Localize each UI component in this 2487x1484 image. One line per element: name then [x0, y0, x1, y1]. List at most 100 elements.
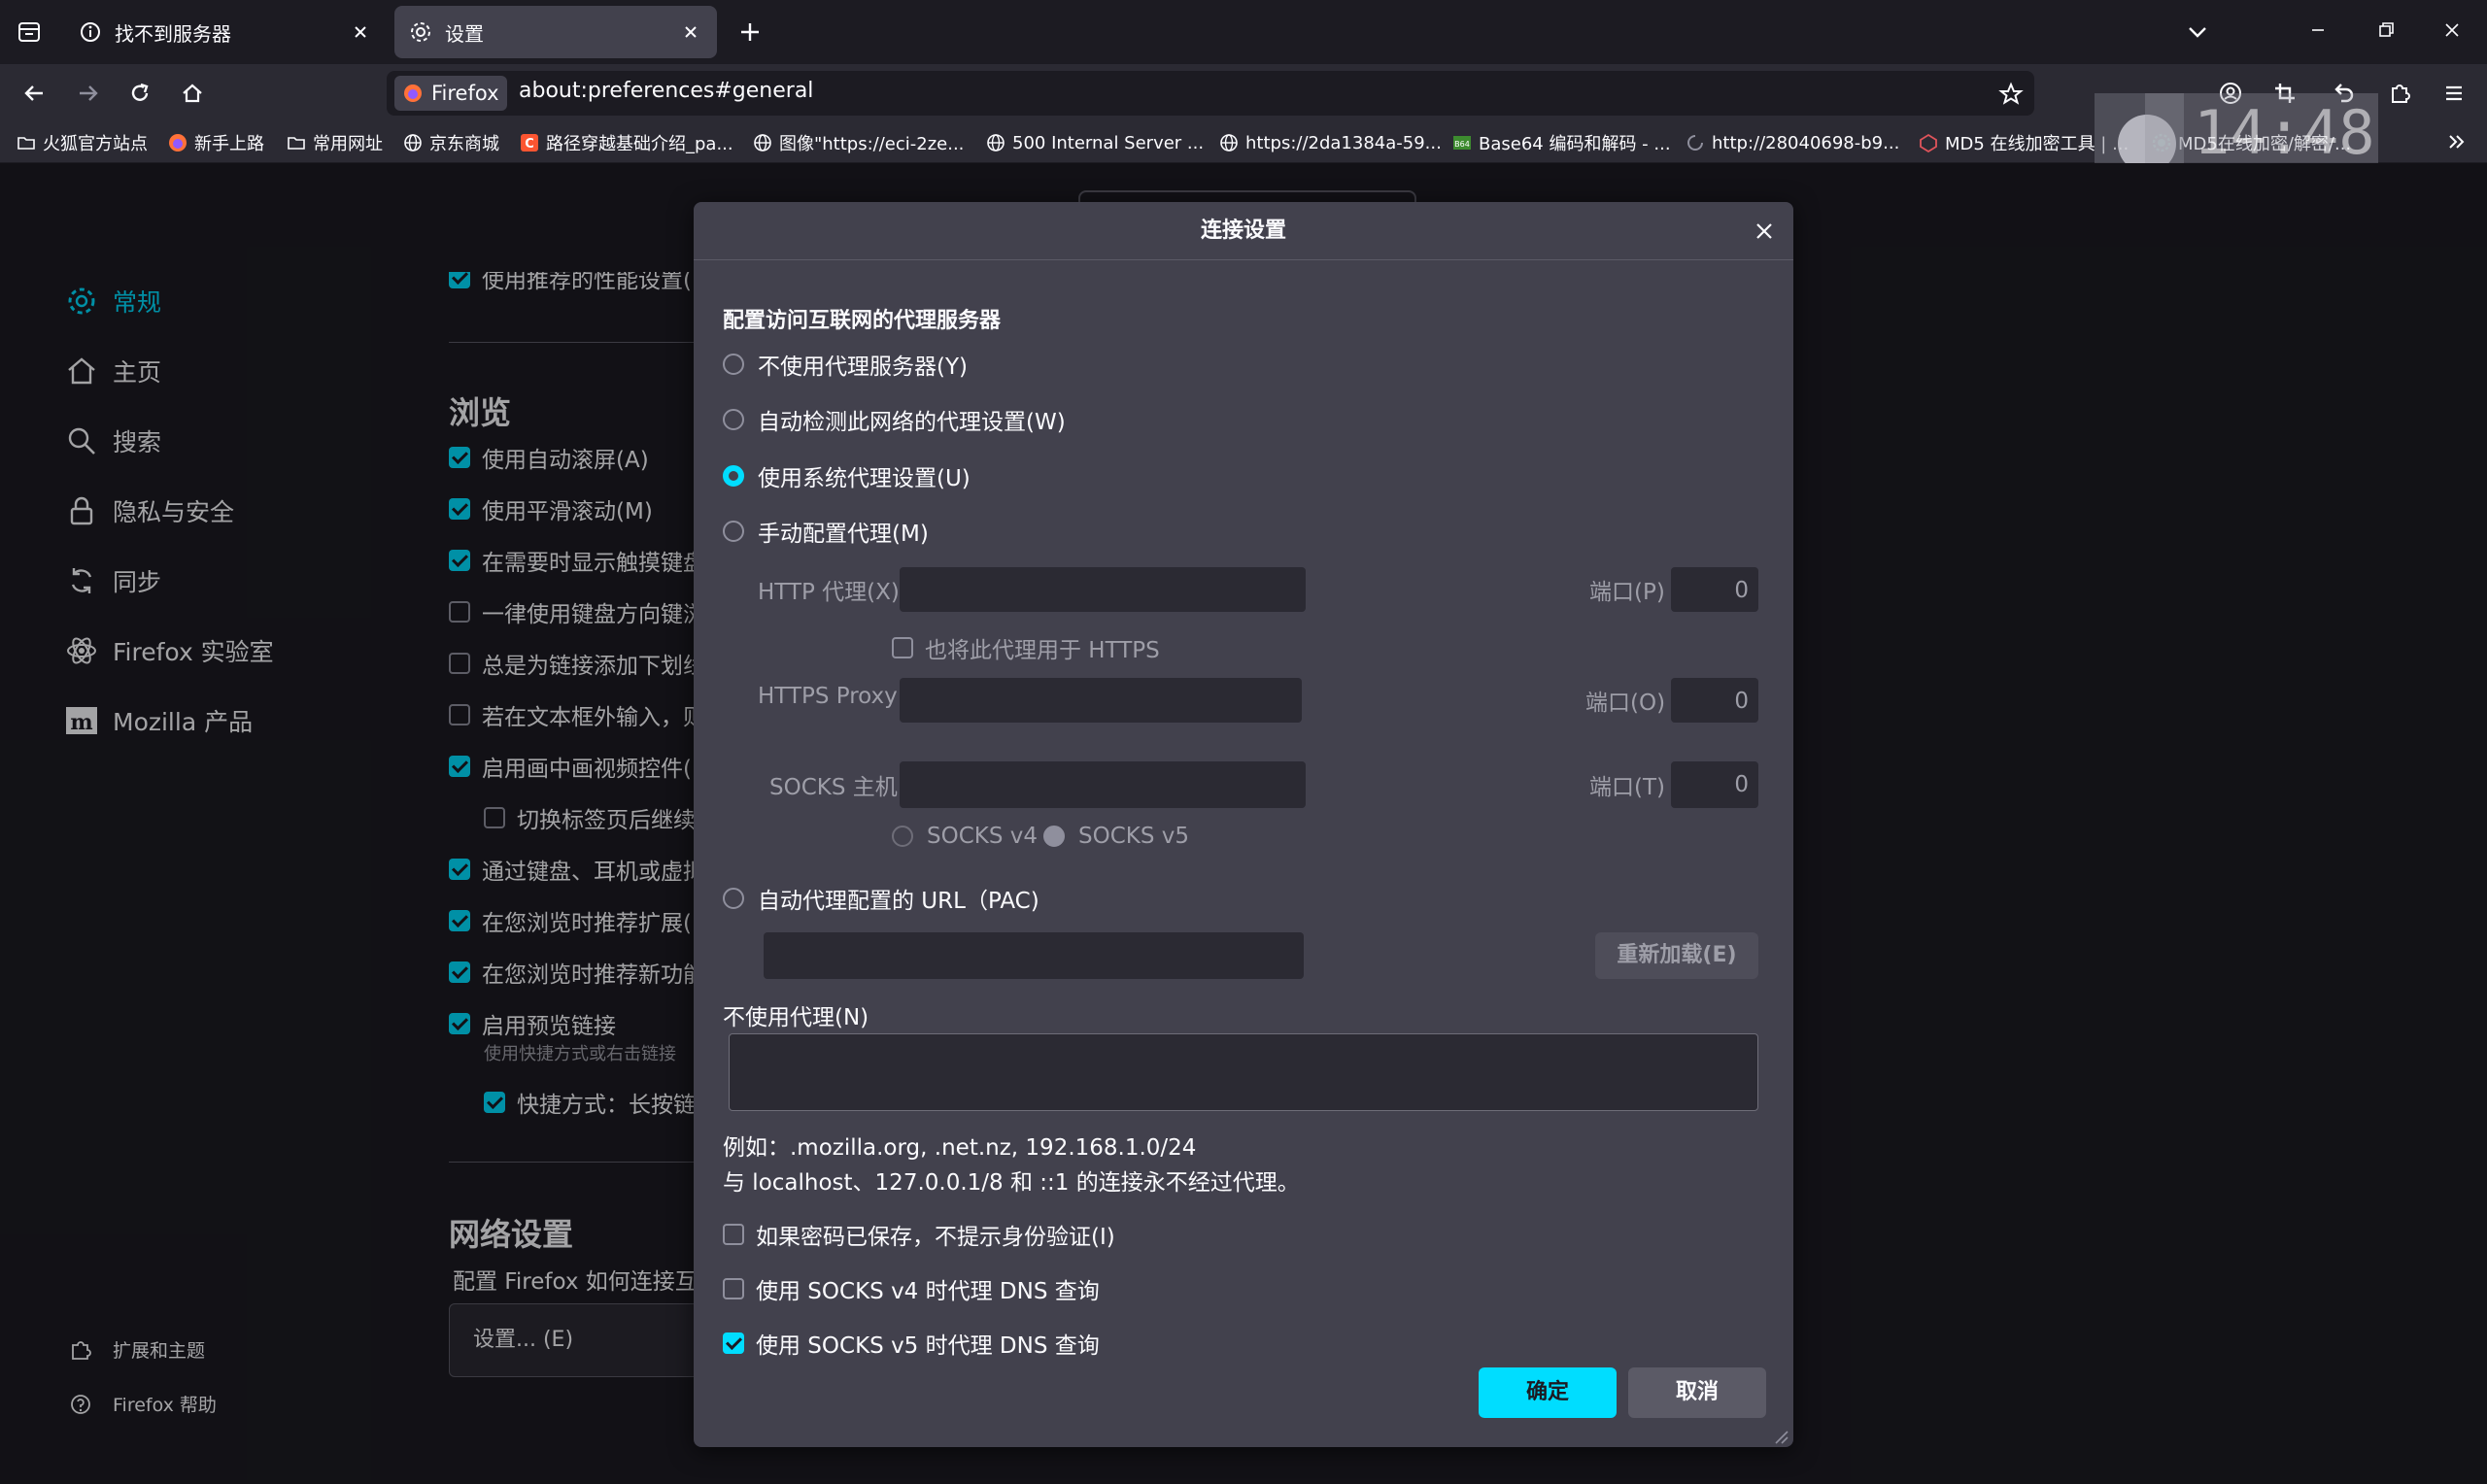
- pac-url-input[interactable]: [764, 932, 1304, 979]
- bookmark-item[interactable]: 火狐官方站点: [16, 126, 148, 159]
- radio-no-proxy[interactable]: 不使用代理服务器(Y): [723, 348, 968, 381]
- checkbox[interactable]: [723, 1224, 744, 1245]
- bookmark-item[interactable]: 新手上路: [167, 126, 264, 159]
- radio-label: SOCKS v4: [927, 824, 1039, 849]
- svg-text:C: C: [525, 137, 534, 152]
- radio-button[interactable]: [723, 521, 744, 542]
- gear-icon: [408, 19, 433, 45]
- csdn-icon: C: [519, 132, 540, 153]
- tab-settings[interactable]: 设置: [394, 6, 717, 58]
- tab-list-icon[interactable]: [10, 13, 49, 51]
- socks5-dns-option[interactable]: 使用 SOCKS v5 时代理 DNS 查询: [723, 1327, 1100, 1360]
- back-icon[interactable]: [16, 74, 54, 113]
- also-https-option[interactable]: 也将此代理用于 HTTPS: [892, 631, 1160, 664]
- bookmark-item[interactable]: 图像"https://eci-2ze...: [752, 126, 964, 159]
- menu-icon[interactable]: [2435, 74, 2473, 113]
- globe-icon: [752, 132, 773, 153]
- bookmark-item[interactable]: 京东商城: [402, 126, 499, 159]
- bookmark-item[interactable]: https://2da1384a-59...: [1218, 126, 1442, 159]
- https-proxy-label: HTTPS Proxy: [758, 684, 898, 709]
- bookmark-label: https://2da1384a-59...: [1245, 132, 1442, 153]
- radio-button[interactable]: [723, 409, 744, 430]
- bookmark-item[interactable]: B64 Base64 编码和解码 - ...: [1451, 126, 1671, 159]
- firefox-icon: [167, 132, 188, 153]
- close-tab-icon[interactable]: [348, 19, 373, 45]
- bookmark-label: Base64 编码和解码 - ...: [1479, 134, 1671, 154]
- radio-label: SOCKS v5: [1078, 824, 1190, 849]
- radio-socks-v5[interactable]: SOCKS v5: [1043, 824, 1189, 849]
- bookmark-star-icon[interactable]: [1992, 74, 2030, 113]
- loading-icon: [1685, 132, 1706, 153]
- tab-label: 找不到服务器: [115, 21, 231, 46]
- bookmark-item[interactable]: 500 Internal Server ...: [985, 126, 1204, 159]
- extensions-icon[interactable]: [2380, 74, 2419, 113]
- radio-manual-proxy[interactable]: 手动配置代理(M): [723, 515, 929, 548]
- no-proxy-label: 不使用代理(N): [723, 1005, 869, 1030]
- localhost-note: 与 localhost、127.0.0.1/8 和 ::1 的连接永不经过代理。: [723, 1170, 1300, 1196]
- bookmark-label: 火狐官方站点: [43, 134, 148, 154]
- url-text[interactable]: about:preferences#general: [519, 79, 813, 103]
- proxy-section-label: 配置访问互联网的代理服务器: [723, 309, 1002, 333]
- md5-icon: [1918, 132, 1939, 153]
- bookmark-label: 常用网址: [313, 134, 383, 154]
- tab-not-found[interactable]: 找不到服务器: [64, 6, 387, 58]
- radio-button[interactable]: [723, 888, 744, 909]
- no-proxy-textarea[interactable]: [729, 1033, 1758, 1111]
- checkbox[interactable]: [723, 1278, 744, 1299]
- radio-label: 手动配置代理(M): [758, 522, 929, 547]
- https-proxy-input[interactable]: [900, 678, 1302, 723]
- http-port-input[interactable]: 0: [1671, 567, 1758, 612]
- new-tab-icon[interactable]: [731, 13, 769, 51]
- close-tab-icon[interactable]: [678, 19, 703, 45]
- radio-button[interactable]: [1043, 826, 1065, 847]
- svg-text:B64: B64: [1454, 140, 1470, 149]
- globe-icon: [985, 132, 1006, 153]
- no-proxy-example: 例如：.mozilla.org, .net.nz, 192.168.1.0/24: [723, 1135, 1197, 1161]
- bookmark-item[interactable]: C 路径穿越基础介绍_pa...: [519, 126, 733, 159]
- checkbox[interactable]: [892, 637, 913, 658]
- bookmark-label: 图像"https://eci-2ze...: [779, 134, 965, 154]
- bookmark-label: 路径穿越基础介绍_pa...: [546, 134, 733, 154]
- radio-system-proxy[interactable]: 使用系统代理设置(U): [723, 459, 971, 492]
- base64-icon: B64: [1451, 132, 1473, 153]
- chevron-down-icon[interactable]: [2178, 13, 2217, 51]
- restore-icon[interactable]: [2367, 11, 2405, 50]
- radio-label: 自动代理配置的 URL（PAC): [758, 889, 1039, 914]
- minimize-icon[interactable]: [2299, 11, 2337, 50]
- close-window-icon[interactable]: [2433, 11, 2471, 50]
- radio-socks-v4[interactable]: SOCKS v4: [892, 824, 1038, 849]
- socks-port-label: 端口(T): [1589, 775, 1665, 800]
- bookmark-item[interactable]: 常用网址: [286, 126, 383, 159]
- home-icon[interactable]: [173, 74, 212, 113]
- cancel-button[interactable]: 取消: [1628, 1367, 1766, 1418]
- http-proxy-input[interactable]: [900, 567, 1306, 612]
- checkbox[interactable]: [723, 1332, 744, 1354]
- http-proxy-label: HTTP 代理(X): [758, 580, 900, 605]
- radio-button[interactable]: [723, 465, 744, 487]
- socks-host-label: SOCKS 主机: [769, 775, 898, 800]
- forward-icon[interactable]: [68, 74, 107, 113]
- radio-auto-detect[interactable]: 自动检测此网络的代理设置(W): [723, 403, 1066, 436]
- http-port-label: 端口(P): [1589, 580, 1665, 605]
- identity-box[interactable]: Firefox: [394, 76, 507, 111]
- reload-icon[interactable]: [120, 74, 159, 113]
- close-icon[interactable]: [1749, 216, 1780, 247]
- bookmark-label: 500 Internal Server ...: [1012, 132, 1205, 153]
- tab-bar: 找不到服务器 设置: [0, 0, 2487, 64]
- reload-pac-button[interactable]: 重新加载(E): [1595, 932, 1758, 979]
- radio-button[interactable]: [723, 354, 744, 375]
- socks4-dns-option[interactable]: 使用 SOCKS v4 时代理 DNS 查询: [723, 1272, 1100, 1305]
- ok-button[interactable]: 确定: [1479, 1367, 1617, 1418]
- socks-host-input[interactable]: [900, 761, 1306, 808]
- bookmark-item[interactable]: http://28040698-b9...: [1685, 126, 1899, 159]
- resize-grip-icon[interactable]: [1772, 1428, 1789, 1445]
- radio-pac-url[interactable]: 自动代理配置的 URL（PAC): [723, 882, 1039, 915]
- radio-button[interactable]: [892, 826, 913, 847]
- socks-port-input[interactable]: 0: [1671, 761, 1758, 808]
- radio-label: 自动检测此网络的代理设置(W): [758, 410, 1066, 435]
- bookmark-label: 新手上路: [194, 134, 264, 154]
- https-port-input[interactable]: 0: [1671, 678, 1758, 723]
- checkbox-label: 使用 SOCKS v4 时代理 DNS 查询: [756, 1279, 1100, 1304]
- no-auth-prompt-option[interactable]: 如果密码已保存，不提示身份验证(I): [723, 1218, 1115, 1251]
- chevron-right-double-icon[interactable]: [2436, 122, 2475, 161]
